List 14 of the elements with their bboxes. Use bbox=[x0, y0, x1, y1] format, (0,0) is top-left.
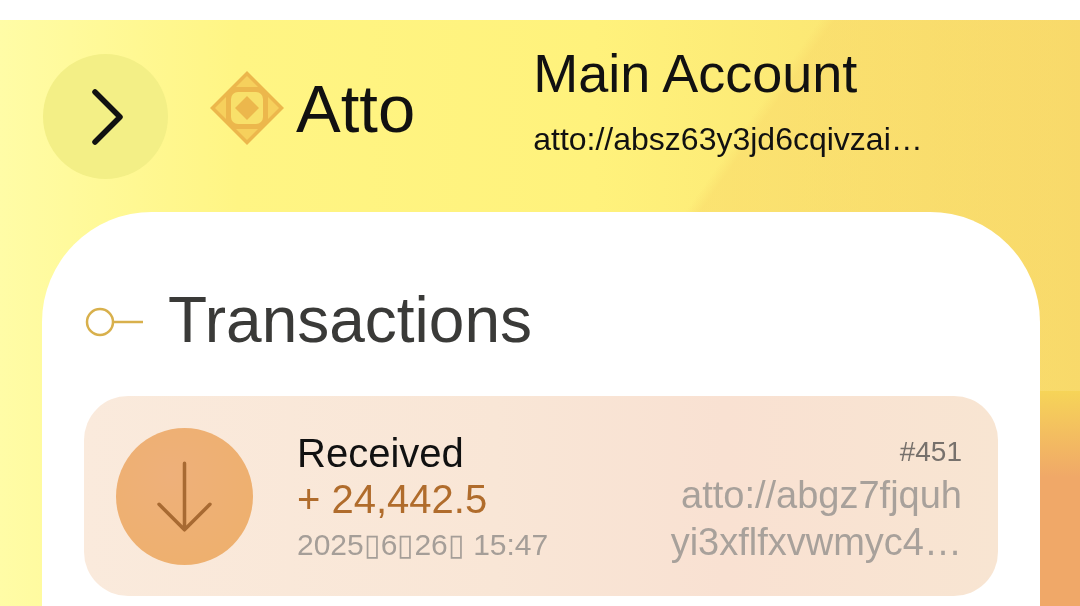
transaction-date: 2025▯6▯26▯ 15:47 bbox=[297, 528, 549, 563]
section-title: Transactions bbox=[168, 285, 532, 356]
transaction-type: Received bbox=[297, 430, 465, 477]
logo-icon bbox=[210, 71, 284, 145]
app-title: Atto bbox=[296, 74, 416, 142]
transaction-address: atto://abgz7fjquh yi3xflfxvwmyc4… bbox=[670, 472, 962, 565]
transaction-number: #451 bbox=[899, 435, 962, 469]
account-address: atto://absz63y3jd6cqivzai… bbox=[533, 120, 923, 159]
circle-line-icon bbox=[85, 307, 143, 338]
transaction-amount: + 24,442.5 bbox=[297, 476, 489, 523]
transaction-item[interactable]: Received + 24,442.5 2025▯6▯26▯ 15:47 #451 atto://abgz7fjquh yi3xflfxvwmyc4… bbox=[84, 396, 998, 597]
account-name: Main Account bbox=[533, 44, 859, 104]
chevron-right-icon bbox=[90, 87, 125, 146]
arrow-down-icon bbox=[116, 427, 253, 565]
